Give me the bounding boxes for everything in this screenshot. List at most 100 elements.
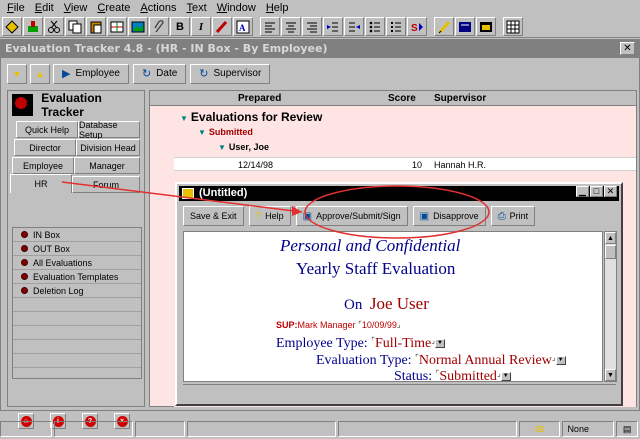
- employee-group-row[interactable]: ▼ User, Joe: [218, 142, 640, 152]
- status-group-label: Submitted: [208, 127, 253, 137]
- column-score[interactable]: Score: [388, 92, 416, 105]
- attach-icon[interactable]: [149, 17, 169, 36]
- save-exit-button[interactable]: Save & Exit: [183, 206, 244, 226]
- dropdown-arrow-icon[interactable]: ▼: [434, 339, 445, 349]
- nav-item-out-box[interactable]: OUT Box: [13, 242, 141, 256]
- tab-quick-help[interactable]: Quick Help: [16, 121, 78, 138]
- status-group-row[interactable]: ▼ Submitted: [198, 127, 640, 137]
- view-nav-bar: ▼ ▲ ▶ Employee ↻ Date ↻ Supervisor: [1, 59, 639, 88]
- bullet-icon: [21, 273, 28, 280]
- panel-title: Evaluation Tracker: [41, 91, 102, 119]
- expand-triangle-icon: ▼: [180, 114, 188, 123]
- location-status[interactable]: None: [562, 421, 615, 437]
- bullet-icon[interactable]: [365, 17, 385, 36]
- number-icon[interactable]: [386, 17, 406, 36]
- close-icon[interactable]: ✕: [604, 186, 617, 197]
- table-grid-icon[interactable]: [503, 17, 523, 36]
- tab-forum[interactable]: Forum: [72, 176, 140, 193]
- document-window: (Untitled) ▁ □ ✕ Save & Exit ? Help ▣ Appr…: [175, 182, 623, 406]
- maximize-icon[interactable]: □: [590, 186, 603, 197]
- menu-file[interactable]: File: [2, 1, 30, 15]
- vertical-scrollbar[interactable]: ▲ ▼: [604, 231, 617, 382]
- align-center-icon[interactable]: [281, 17, 301, 36]
- tab-hr[interactable]: HR: [10, 174, 72, 193]
- paint-icon[interactable]: [23, 17, 43, 36]
- menu-text[interactable]: Text: [182, 1, 212, 15]
- minimize-icon[interactable]: ▁: [576, 186, 589, 197]
- tab-manager[interactable]: Manager: [74, 157, 140, 174]
- disapprove-button[interactable]: ▣ Disapprove: [412, 206, 486, 226]
- left-panel: Evaluation Tracker Quick Help Database S…: [7, 90, 145, 429]
- menu-edit[interactable]: Edit: [30, 1, 59, 15]
- scroll-up-icon[interactable]: ▲: [605, 232, 616, 244]
- arrow-up-icon[interactable]: ▲: [30, 63, 50, 84]
- menu-window[interactable]: Window: [212, 1, 261, 15]
- highlight-icon[interactable]: [212, 17, 232, 36]
- category-row[interactable]: ▼ Evaluations for Review: [180, 110, 640, 124]
- play-icon: ▶: [62, 68, 71, 80]
- menu-actions[interactable]: Actions: [135, 1, 181, 15]
- approve-submit-sign-button[interactable]: ▣ Approve/Submit/Sign: [295, 206, 408, 226]
- dropdown-arrow-icon[interactable]: ▼: [555, 356, 566, 366]
- status-field[interactable]: Submitted: [439, 369, 497, 381]
- document-body: Personal and Confidential Yearly Staff E…: [183, 231, 603, 382]
- nav-item-label: OUT Box: [33, 243, 70, 254]
- help-label: Help: [265, 211, 284, 221]
- smart-icon[interactable]: [2, 17, 22, 36]
- employee-button[interactable]: ▶ Employee: [53, 63, 129, 84]
- scroll-thumb[interactable]: [605, 245, 616, 259]
- nav-item-deletion-log[interactable]: Deletion Log: [13, 284, 141, 298]
- bullet-icon: [21, 231, 28, 238]
- copy-icon[interactable]: [65, 17, 85, 36]
- menu-help[interactable]: Help: [261, 1, 294, 15]
- scroll-down-icon[interactable]: ▼: [605, 369, 616, 381]
- align-right-icon[interactable]: [302, 17, 322, 36]
- employee-type-field[interactable]: Full-Time: [375, 336, 431, 351]
- image-icon[interactable]: [128, 17, 148, 36]
- nav-item-all-evaluations[interactable]: All Evaluations: [13, 256, 141, 270]
- paste-icon[interactable]: [86, 17, 106, 36]
- tab-director[interactable]: Director: [14, 139, 76, 156]
- table-icon[interactable]: [107, 17, 127, 36]
- status-cell: [53, 421, 134, 437]
- font-icon[interactable]: A: [233, 17, 253, 36]
- table-row[interactable]: 12/14/98 10 Hannah H.R.: [174, 157, 636, 171]
- outdent-icon[interactable]: [344, 17, 364, 36]
- sup-date-field[interactable]: 10/09/99: [362, 320, 397, 330]
- tab-division-head[interactable]: Division Head: [76, 139, 140, 156]
- doc-title-bar[interactable]: (Untitled): [179, 186, 619, 201]
- print-button[interactable]: ⎙ Print: [490, 206, 536, 226]
- employee-group-label: User, Joe: [228, 142, 269, 152]
- nav-item-in-box[interactable]: IN Box: [13, 228, 141, 242]
- nav-item-evaluation-templates[interactable]: Evaluation Templates: [13, 270, 141, 284]
- envelope-status[interactable]: ✉: [518, 421, 561, 437]
- date-button[interactable]: ↻ Date: [132, 63, 187, 84]
- inbox-status[interactable]: ▤: [616, 421, 639, 437]
- pen-icon[interactable]: [434, 17, 454, 36]
- arrow-down-icon[interactable]: ▼: [7, 63, 27, 84]
- column-prepared[interactable]: Prepared: [238, 92, 281, 105]
- italic-icon[interactable]: I: [191, 17, 211, 36]
- supervisor-line: SUP:Mark Manager ⌜10/09/99⌟: [276, 320, 401, 330]
- sup-name: Mark Manager: [297, 320, 356, 330]
- style-icon[interactable]: S: [407, 17, 427, 36]
- menu-create[interactable]: Create: [92, 1, 135, 15]
- book-icon[interactable]: [455, 17, 475, 36]
- dropdown-arrow-icon[interactable]: ▼: [500, 372, 511, 381]
- tab-employee[interactable]: Employee: [12, 157, 74, 174]
- eval-type-field[interactable]: Normal Annual Review: [419, 353, 552, 368]
- menu-view[interactable]: View: [59, 1, 93, 15]
- column-supervisor[interactable]: Supervisor: [434, 92, 486, 105]
- scissors-icon[interactable]: [44, 17, 64, 36]
- app-close-icon[interactable]: ✕: [620, 42, 635, 55]
- bold-icon[interactable]: B: [170, 17, 190, 36]
- indent-icon[interactable]: [323, 17, 343, 36]
- horizontal-scrollbar[interactable]: [183, 384, 616, 398]
- app-title: Evaluation Tracker 4.8 - (HR - IN Box - …: [5, 42, 328, 55]
- help-button[interactable]: ? Help: [248, 206, 291, 226]
- align-left-icon[interactable]: [260, 17, 280, 36]
- calendar-icon[interactable]: [476, 17, 496, 36]
- supervisor-button[interactable]: ↻ Supervisor: [190, 63, 271, 84]
- bullet-icon: [21, 259, 28, 266]
- tab-database-setup[interactable]: Database Setup: [78, 120, 140, 140]
